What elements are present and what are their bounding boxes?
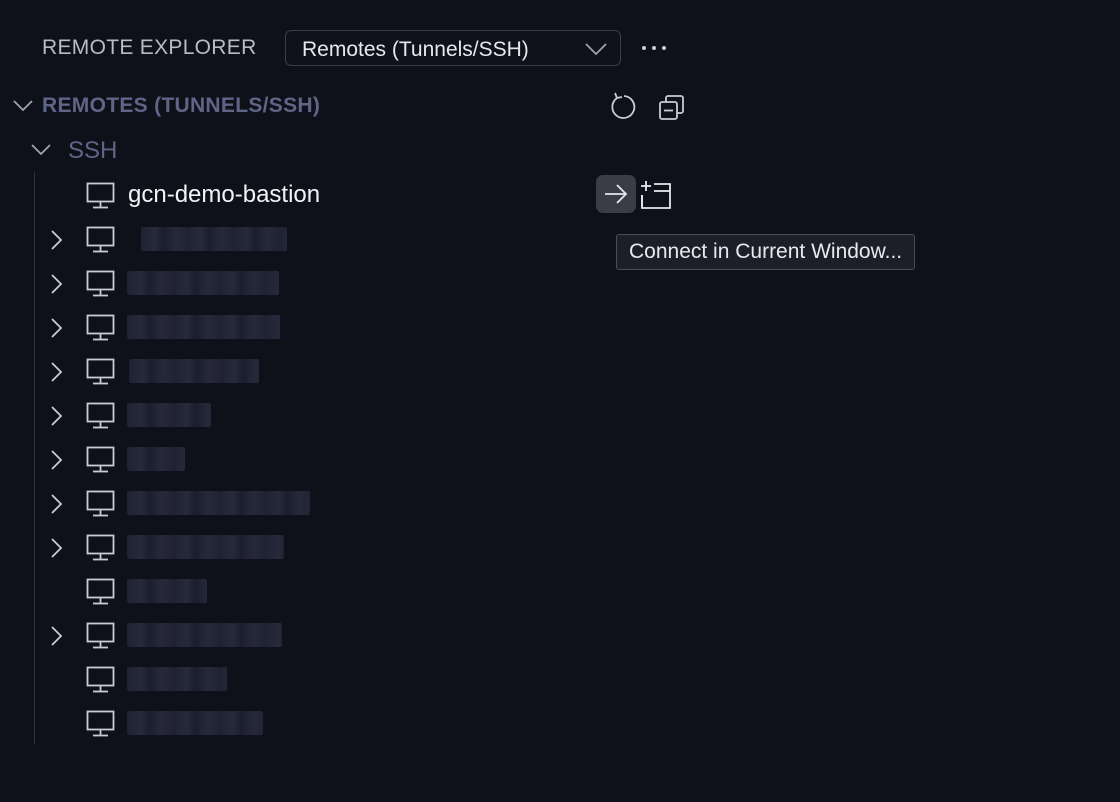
chevron-right-icon[interactable] <box>48 405 64 427</box>
monitor-icon <box>86 666 115 693</box>
monitor-icon <box>86 314 115 341</box>
chevron-right-icon[interactable] <box>48 273 64 295</box>
redacted-host-label <box>127 711 263 735</box>
monitor-icon <box>86 534 115 561</box>
connect-in-current-window-button[interactable] <box>596 175 636 213</box>
chevron-right-icon[interactable] <box>48 537 64 559</box>
ssh-host-row[interactable] <box>40 305 690 349</box>
redacted-host-label <box>127 667 227 691</box>
redacted-host-label <box>127 403 211 427</box>
ssh-host-row[interactable] <box>40 349 690 393</box>
dropdown-selected-value: Remotes (Tunnels/SSH) <box>302 38 529 61</box>
ssh-host-row[interactable] <box>40 481 690 525</box>
redacted-host-label <box>127 491 310 515</box>
redacted-host-label <box>127 447 185 471</box>
ssh-host-row[interactable] <box>40 437 690 481</box>
chevron-down-icon[interactable] <box>30 142 52 158</box>
tree-indent-guide <box>34 172 35 744</box>
redacted-host-label <box>127 623 282 647</box>
monitor-icon <box>86 578 115 605</box>
collapse-all-icon[interactable] <box>657 92 687 122</box>
chevron-right-icon[interactable] <box>48 449 64 471</box>
ssh-host-row[interactable] <box>40 393 690 437</box>
ssh-group-label[interactable]: SSH <box>68 137 117 165</box>
monitor-icon <box>86 446 115 473</box>
chevron-right-icon[interactable] <box>48 625 64 647</box>
monitor-icon <box>86 226 115 253</box>
redacted-host-label <box>127 315 280 339</box>
remote-explorer-panel: REMOTE EXPLORER Remotes (Tunnels/SSH) RE… <box>0 0 1120 802</box>
monitor-icon <box>86 622 115 649</box>
tooltip: Connect in Current Window... <box>616 234 916 270</box>
monitor-icon <box>86 182 115 209</box>
ssh-host-row[interactable] <box>40 657 690 701</box>
ssh-host-row[interactable] <box>40 613 690 657</box>
ssh-host-row[interactable]: gcn-demo-bastion <box>40 173 690 217</box>
chevron-right-icon[interactable] <box>48 229 64 251</box>
chevron-down-icon[interactable] <box>12 98 34 114</box>
chevron-right-icon[interactable] <box>48 317 64 339</box>
redacted-host-label <box>127 271 279 295</box>
ssh-host-row[interactable] <box>40 569 690 613</box>
new-window-icon[interactable] <box>640 180 672 210</box>
chevron-right-icon[interactable] <box>48 493 64 515</box>
monitor-icon <box>86 358 115 385</box>
ssh-host-row[interactable] <box>40 525 690 569</box>
ssh-host-row[interactable] <box>40 261 690 305</box>
ssh-host-row[interactable] <box>40 701 690 745</box>
monitor-icon <box>86 402 115 429</box>
host-label: gcn-demo-bastion <box>128 181 321 208</box>
monitor-icon <box>86 710 115 737</box>
redacted-host-label <box>127 579 207 603</box>
panel-title: REMOTE EXPLORER <box>42 36 257 59</box>
chevron-right-icon[interactable] <box>48 361 64 383</box>
remotes-dropdown[interactable]: Remotes (Tunnels/SSH) <box>285 30 621 66</box>
monitor-icon <box>86 270 115 297</box>
chevron-down-icon <box>585 43 607 56</box>
ssh-host-row[interactable] <box>40 217 690 261</box>
redacted-host-label <box>127 535 284 559</box>
monitor-icon <box>86 490 115 517</box>
section-title[interactable]: REMOTES (TUNNELS/SSH) <box>42 94 320 118</box>
ellipsis-icon[interactable] <box>640 36 668 60</box>
refresh-icon[interactable] <box>609 92 639 122</box>
redacted-host-label <box>141 227 287 251</box>
redacted-host-label <box>129 359 259 383</box>
arrow-right-icon <box>605 184 628 204</box>
